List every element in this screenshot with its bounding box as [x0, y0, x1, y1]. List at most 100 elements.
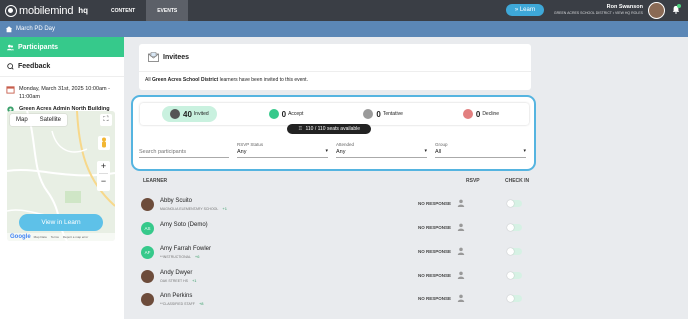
learner-school-text: **INSTRUCTIONAL	[160, 255, 191, 259]
check-in-toggle[interactable]	[507, 200, 522, 207]
learner-name[interactable]: Amy Farrah Fowler	[160, 246, 211, 252]
tentative-label: Tentative	[382, 111, 403, 117]
map-tab-satellite[interactable]: Satellite	[34, 114, 67, 126]
group-value: All	[435, 149, 442, 155]
learner-name[interactable]: Andy Dwyer	[160, 270, 192, 276]
decline-user-icon	[462, 109, 473, 119]
learn-button[interactable]: » Learn	[506, 4, 544, 16]
table-row[interactable]: Abby Scuito MAGNOLIA ELEMENTARY SCHOOL +1 N…	[141, 198, 534, 218]
table-row[interactable]: Andy Dwyer OAK STREET HS +1 NO RESPONSE	[141, 270, 534, 290]
map-tab-map[interactable]: Map	[10, 114, 34, 126]
search-filter[interactable]	[139, 142, 229, 158]
table-row[interactable]: Ann Perkins **CLASSIFIED STAFF +8 NO RESPON…	[141, 293, 534, 313]
zoom-divider	[99, 173, 108, 174]
user-icon	[457, 247, 465, 255]
attended-label: Attended	[336, 142, 355, 147]
learner-more-badge[interactable]: +6	[195, 254, 200, 259]
pegman-icon	[102, 137, 106, 148]
stat-tentative[interactable]: 0 Tentative	[355, 106, 410, 122]
logo-text: mobilemind	[19, 4, 74, 17]
stat-decline[interactable]: 0 Decline	[455, 106, 507, 122]
user-district[interactable]: GREEN ACRES SCHOOL DISTRICT • VIEW HQ RO…	[554, 11, 643, 15]
invited-count: 40	[183, 109, 192, 119]
zoom-in-icon[interactable]: +	[97, 161, 110, 171]
table-row[interactable]: AF Amy Farrah Fowler **INSTRUCTIONAL +6 NO R…	[141, 246, 534, 266]
rsvp-status-label: RSVP Status	[237, 142, 264, 147]
learner-more-badge[interactable]: +8	[199, 301, 204, 306]
invitees-card: Invitees All Green Acres School District…	[139, 44, 531, 90]
learner-name[interactable]: Abby Scuito	[160, 198, 192, 204]
table-row[interactable]: AS Amy Soto (Demo) NO RESPONSE	[141, 222, 534, 242]
mobilemind-logo[interactable]: mobilemind hq	[5, 4, 89, 17]
rsvp-summary-panel: 40 Invited 0 Accept 0 Tentative 0 Declin…	[131, 95, 536, 171]
invitees-description: All Green Acres School District learners…	[145, 77, 308, 83]
check-in-toggle[interactable]	[507, 224, 522, 231]
map-data-link[interactable]: Map Data	[34, 235, 47, 239]
avatar: AF	[141, 246, 154, 259]
search-spacer	[139, 142, 229, 147]
learner-school-text: **CLASSIFIED STAFF	[160, 302, 195, 306]
seats-text: 110 / 110 seats available	[305, 126, 361, 132]
event-date-row: Monday, March 31st, 2025 10:00am - 11:00…	[0, 85, 124, 101]
event-date: Monday, March 31st, 2025 10:00am - 11:00…	[19, 86, 111, 100]
event-title-bar: March PD Day	[0, 21, 688, 37]
chair-icon: ♖	[297, 126, 303, 132]
street-view-pegman-icon[interactable]	[98, 136, 110, 150]
map-type-tabs: Map Satellite	[10, 114, 68, 126]
stat-accept[interactable]: 0 Accept	[261, 106, 312, 122]
learner-more-badge[interactable]: +1	[222, 206, 227, 211]
rsvp-status-select[interactable]: RSVP Status Any ▾	[237, 142, 328, 158]
group-label: Group	[435, 142, 448, 147]
user-name: Ron Swanson	[606, 4, 643, 10]
avatar	[141, 293, 154, 306]
sidebar-item-label: Participants	[18, 43, 59, 51]
decline-label: Decline	[482, 111, 499, 117]
rsvp-stats: 40 Invited 0 Accept 0 Tentative 0 Declin…	[140, 103, 529, 125]
view-in-learn-button[interactable]: View in Learn	[19, 214, 103, 231]
user-avatar[interactable]	[648, 2, 665, 19]
check-in-toggle[interactable]	[507, 272, 522, 279]
accept-label: Accept	[288, 111, 304, 117]
learner-name[interactable]: Amy Soto (Demo)	[160, 222, 208, 228]
sidebar-item-feedback[interactable]: Feedback	[0, 57, 124, 77]
attended-underline	[336, 157, 427, 158]
tab-content[interactable]: CONTENT	[100, 0, 146, 21]
group-select[interactable]: Group All ▾	[435, 142, 526, 158]
attended-value: Any	[336, 149, 346, 155]
invited-label: Invited	[193, 111, 209, 117]
learner-more-badge[interactable]: +1	[192, 278, 197, 283]
rsvp-status: NO RESPONSE	[418, 296, 452, 301]
seats-available-badge: ♖ 110 / 110 seats available	[287, 124, 371, 134]
check-in-toggle[interactable]	[507, 248, 522, 255]
envelope-icon	[170, 109, 180, 119]
sidebar-item-label: Feedback	[18, 63, 51, 70]
map-zoom-control: + −	[97, 161, 110, 191]
report-map-error-link[interactable]: Report a map error	[63, 235, 88, 239]
chevron-down-icon: ▾	[523, 148, 526, 154]
attended-select[interactable]: Attended Any ▾	[336, 142, 427, 158]
invitees-sentence: learners have been invited to this event…	[218, 77, 308, 83]
decline-count: 0	[475, 109, 481, 119]
user-icon	[457, 223, 465, 231]
learner-name[interactable]: Ann Perkins	[160, 293, 192, 299]
tentative-count: 0	[376, 109, 381, 119]
avatar	[141, 270, 154, 283]
search-underline	[139, 157, 229, 158]
learner-header: LEARNER	[143, 178, 168, 184]
tab-events[interactable]: EVENTS	[146, 0, 189, 21]
logo-hq: hq	[78, 6, 89, 15]
search-input[interactable]	[139, 149, 229, 155]
sidebar-item-participants[interactable]: Participants	[0, 37, 124, 57]
tentative-user-icon	[363, 109, 374, 119]
terms-link[interactable]: Terms	[51, 235, 59, 239]
rsvp-status: NO RESPONSE	[418, 225, 452, 230]
stat-invited[interactable]: 40 Invited	[162, 106, 217, 122]
zoom-out-icon[interactable]: −	[97, 176, 110, 186]
learner-school-text: OAK STREET HS	[160, 279, 188, 283]
check-in-toggle[interactable]	[507, 295, 522, 302]
fullscreen-icon[interactable]: ⛶	[100, 114, 112, 126]
envelope-icon	[148, 52, 159, 62]
learner-school-text: MAGNOLIA ELEMENTARY SCHOOL	[160, 207, 219, 211]
accept-user-icon	[268, 109, 279, 119]
chevron-down-icon: ▾	[325, 148, 328, 154]
